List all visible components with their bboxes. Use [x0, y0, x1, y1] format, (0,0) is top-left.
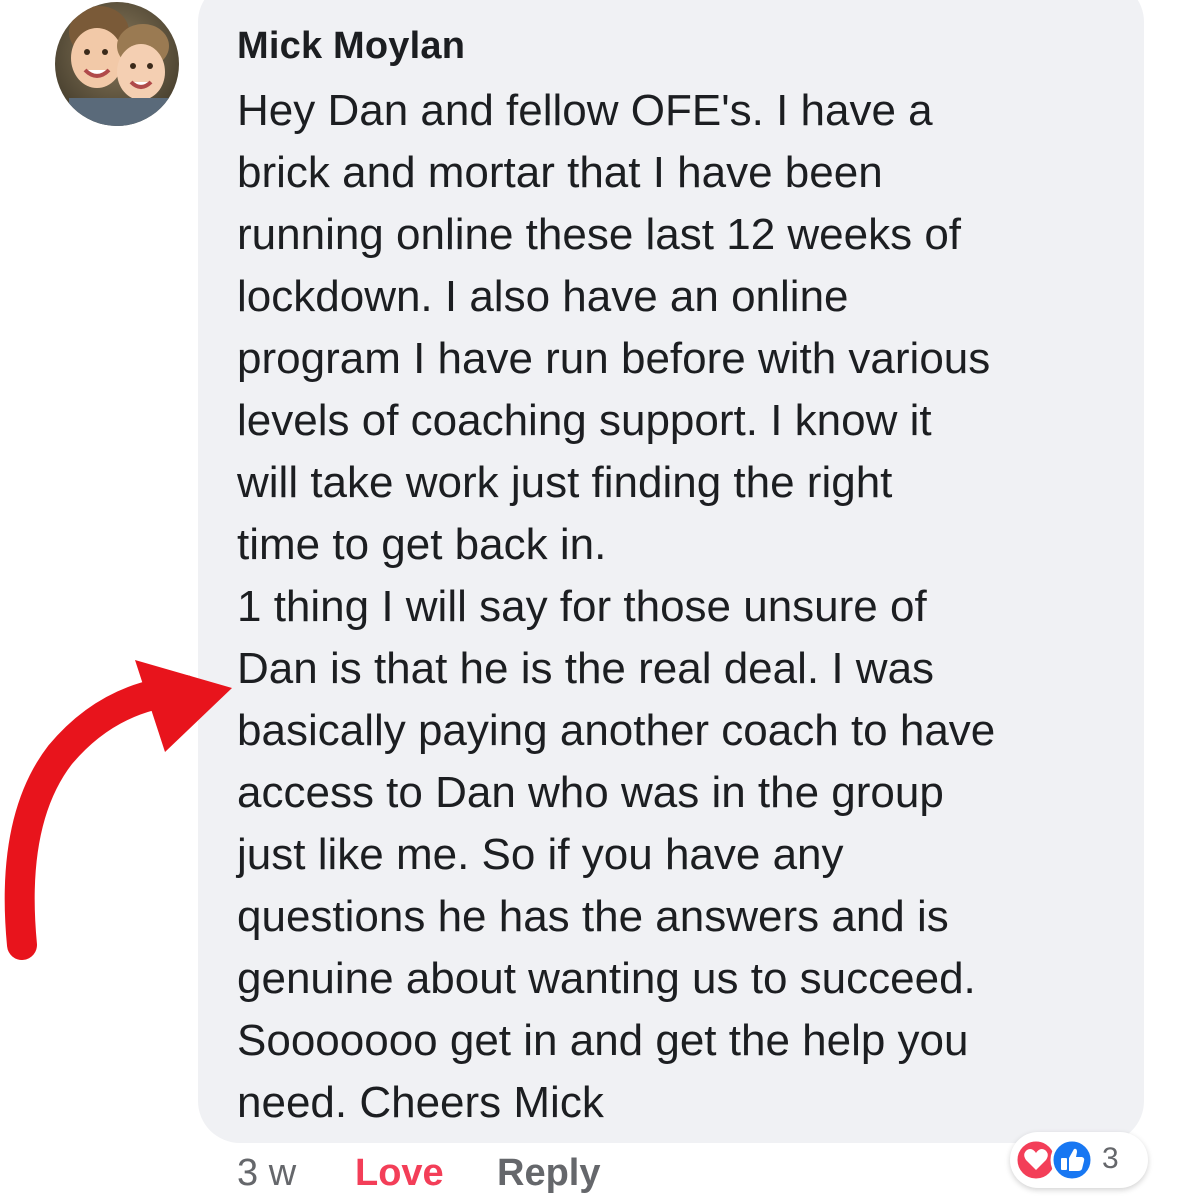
- like-icon: [1050, 1138, 1094, 1182]
- comment-text-line: running online these last 12 weeks of: [237, 210, 962, 259]
- comment-text-line: just like me. So if you have any: [237, 830, 844, 879]
- comment-text-line: Sooooooo get in and get the help you: [237, 1016, 969, 1065]
- comment-text-line: Hey Dan and fellow OFE's. I have a: [237, 86, 933, 135]
- comment-text-line: basically paying another coach to have: [237, 706, 996, 755]
- comment-text-line: will take work just finding the right: [237, 458, 893, 507]
- comment-text-line: genuine about wanting us to succeed.: [237, 954, 976, 1003]
- comment-text-line: 1 thing I will say for those unsure of: [237, 582, 927, 631]
- comment-text-line: need. Cheers Mick: [237, 1078, 604, 1127]
- comment-text-line: program I have run before with various: [237, 334, 991, 383]
- comment-text-line: questions he has the answers and is: [237, 892, 949, 941]
- facebook-comment-screenshot: Mick Moylan Hey Dan and fellow OFE's. I …: [0, 0, 1200, 1200]
- reaction-count: 3: [1102, 1142, 1119, 1175]
- comment-text-line: Dan is that he is the real deal. I was: [237, 644, 935, 693]
- comment-text-line: access to Dan who was in the group: [237, 768, 944, 817]
- reaction-summary[interactable]: 3: [1010, 1132, 1148, 1188]
- comment-timestamp[interactable]: 3 w: [237, 1152, 296, 1195]
- comment-text-line: time to get back in.: [237, 520, 607, 569]
- avatar[interactable]: [55, 2, 179, 126]
- comment-text-line: brick and mortar that I have been: [237, 148, 883, 197]
- love-reaction-button[interactable]: Love: [355, 1152, 444, 1195]
- reply-button[interactable]: Reply: [497, 1152, 600, 1195]
- red-arrow-annotation: [4, 660, 232, 960]
- comment-text: Hey Dan and fellow OFE's. I have a brick…: [237, 80, 1137, 1134]
- comment-text-line: lockdown. I also have an online: [237, 272, 849, 321]
- comment-author-name[interactable]: Mick Moylan: [237, 25, 465, 68]
- comment-text-line: levels of coaching support. I know it: [237, 396, 932, 445]
